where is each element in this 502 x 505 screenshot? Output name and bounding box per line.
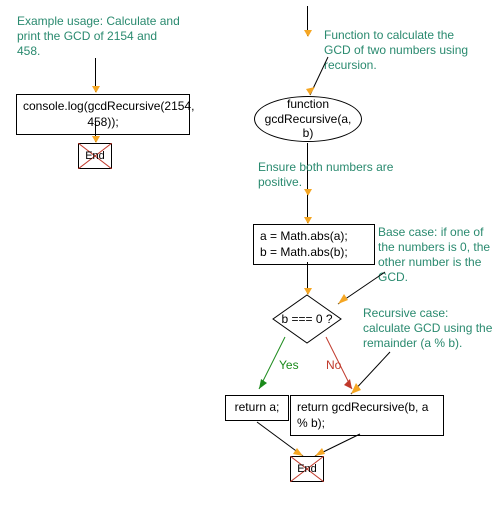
node-abs: a = Math.abs(a); b = Math.abs(b);: [253, 224, 375, 265]
note-base-case: Base case: if one of the numbers is 0, t…: [378, 225, 496, 285]
note-func-desc: Function to calculate the GCD of two num…: [324, 28, 474, 73]
func-decl-label: function gcdRecursive(a, b): [263, 97, 353, 140]
note-recursive: Recursive case: calculate GCD using the …: [363, 306, 497, 351]
condition-label: b === 0 ?: [272, 294, 342, 344]
node-end-right: End: [290, 456, 324, 482]
end-label-left: End: [78, 143, 112, 169]
arrow-top-right: [307, 6, 308, 36]
branch-yes: Yes: [279, 358, 299, 372]
branch-no: No: [326, 358, 341, 372]
end-label-right: End: [290, 456, 324, 482]
node-return-recursive: return gcdRecursive(b, a % b);: [290, 395, 444, 436]
arrow-example-to-log: [95, 58, 96, 92]
node-end-left: End: [78, 143, 112, 169]
node-return-a: return a;: [225, 395, 289, 421]
node-console-log: console.log(gcdRecursive(2154, 458));: [16, 94, 190, 135]
note-ensure-pos: Ensure both numbers are positive.: [258, 160, 398, 190]
note-example: Example usage: Calculate and print the G…: [17, 14, 182, 59]
arrow-abs-to-cond: [307, 262, 308, 294]
arrow-ensure-to-abs: [307, 195, 308, 223]
pointer-recursive: [345, 350, 395, 400]
node-func-decl: function gcdRecursive(a, b): [254, 96, 362, 142]
node-condition: b === 0 ?: [272, 294, 342, 344]
arrow-log-to-end: [95, 122, 96, 142]
